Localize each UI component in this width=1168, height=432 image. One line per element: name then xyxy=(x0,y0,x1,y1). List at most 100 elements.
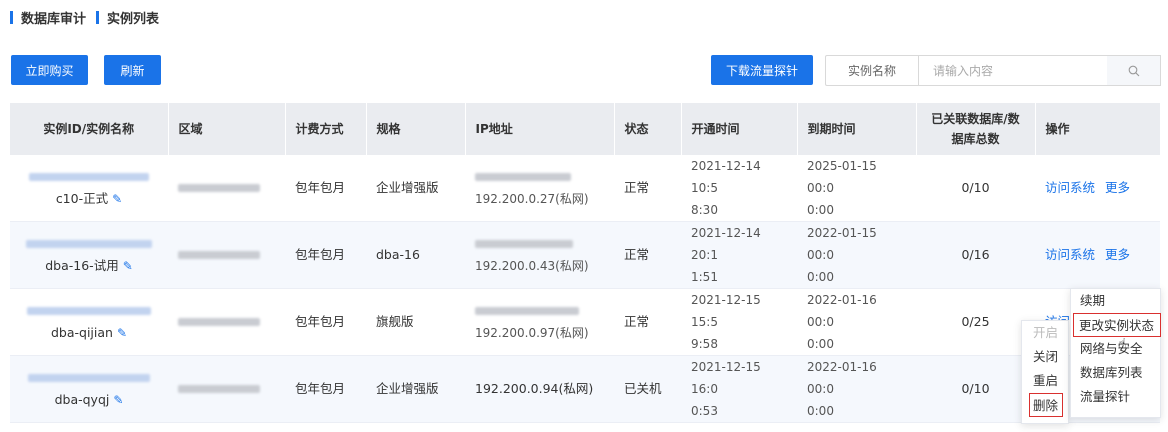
redacted-region xyxy=(178,318,260,326)
spec-cell: 企业增强版 xyxy=(366,155,465,222)
menu-item-traffic-probe[interactable]: 流量探针 xyxy=(1071,385,1160,409)
billing-cell: 包年包月 xyxy=(285,288,366,356)
spec-cell: 旗舰版 xyxy=(366,288,465,356)
search-input[interactable]: 请输入内容 xyxy=(918,55,1108,86)
edit-icon[interactable]: ✎ xyxy=(112,192,122,206)
more-link[interactable]: 更多 xyxy=(1105,180,1130,195)
instance-status-submenu: 开启 关闭 重启 删除 xyxy=(1021,320,1069,424)
edit-icon[interactable]: ✎ xyxy=(113,393,123,407)
open-time-line1: 2021-12-14 10:5 xyxy=(691,159,761,195)
open-time-line2: 9:58 xyxy=(691,337,718,351)
open-time-cell: 2021-12-14 20:1 1:51 xyxy=(681,221,797,289)
menu-item-stop[interactable]: 关闭 xyxy=(1022,345,1068,369)
private-ip: 192.200.0.43(私网) xyxy=(475,259,589,273)
spec-cell: 企业增强版 xyxy=(366,355,465,423)
visit-system-link[interactable]: 访问系统 xyxy=(1045,247,1095,262)
instance-name: dba-qyqj xyxy=(54,392,110,407)
breadcrumb-page: 实例列表 xyxy=(107,11,160,27)
search-field-select[interactable]: 实例名称 xyxy=(825,55,918,86)
table-row: dba-qyqj ✎ 包年包月 企业增强版 192.200.0.94(私网) 已关… xyxy=(10,355,1160,423)
expire-time-cell: 2022-01-16 00:0 0:00 xyxy=(797,288,916,356)
breadcrumb-section[interactable]: 数据库审计 xyxy=(21,8,86,27)
open-time-line1: 2021-12-14 20:1 xyxy=(691,226,761,262)
header-region[interactable]: 区域 xyxy=(168,103,286,155)
status-cell: 正常 xyxy=(614,288,681,356)
open-time-cell: 2021-12-15 15:5 9:58 xyxy=(681,288,797,356)
table-header-row: 实例ID/实例名称 区域 计费方式 规格 IP地址 状态 开通时间 到期时间 已… xyxy=(10,103,1161,155)
redacted-id[interactable] xyxy=(29,173,149,181)
status-cell: 正常 xyxy=(614,221,681,289)
instance-cell: c10-正式 ✎ xyxy=(10,155,168,222)
instance-cell: dba-16-试用 ✎ xyxy=(10,221,168,289)
redacted-id[interactable] xyxy=(27,307,151,315)
spec-cell: dba-16 xyxy=(366,221,465,289)
expire-time-line2: 0:00 xyxy=(807,270,834,284)
billing-cell: 包年包月 xyxy=(285,155,366,222)
expire-time-cell: 2022-01-16 00:0 0:00 xyxy=(797,355,916,423)
instance-name: dba-16-试用 xyxy=(45,258,119,273)
download-probe-button[interactable]: 下载流量探针 xyxy=(711,55,813,85)
billing-cell: 包年包月 xyxy=(285,221,366,289)
header-status[interactable]: 状态 xyxy=(614,103,682,155)
open-time-line1: 2021-12-15 15:5 xyxy=(691,293,761,329)
table-row: dba-qijian ✎ 包年包月 旗舰版 192.200.0.97(私网) 正常… xyxy=(10,288,1160,356)
redacted-id[interactable] xyxy=(26,240,152,248)
header-actions: 操作 xyxy=(1035,103,1161,155)
open-time-line2: 8:30 xyxy=(691,203,718,217)
table-row: c10-正式 ✎ 包年包月 企业增强版 192.200.0.27(私网) 正常 2… xyxy=(10,155,1160,222)
instance-table: 实例ID/实例名称 区域 计费方式 规格 IP地址 状态 开通时间 到期时间 已… xyxy=(10,103,1161,423)
db-ratio-cell: 0/10 xyxy=(916,155,1035,222)
expire-time-line2: 0:00 xyxy=(807,337,834,351)
db-ratio-cell: 0/16 xyxy=(916,221,1035,289)
region-cell xyxy=(168,288,285,356)
redacted-region xyxy=(178,184,260,192)
redacted-public-ip xyxy=(475,240,573,248)
redacted-id[interactable] xyxy=(28,374,150,382)
menu-item-renew[interactable]: 续期 xyxy=(1071,289,1160,313)
search-button[interactable] xyxy=(1107,55,1161,86)
menu-item-network-security[interactable]: 网络与安全 xyxy=(1071,337,1160,361)
db-ratio-cell: 0/10 xyxy=(916,355,1035,423)
expire-time-line1: 2025-01-15 00:0 xyxy=(807,159,877,195)
private-ip: 192.200.0.27(私网) xyxy=(475,192,589,206)
more-dropdown-menu: 续期 更改实例状态 网络与安全 数据库列表 流量探针 xyxy=(1070,288,1161,418)
visit-system-link[interactable]: 访问系统 xyxy=(1045,180,1095,195)
header-instance-id[interactable]: 实例ID/实例名称 xyxy=(10,103,169,155)
header-ip[interactable]: IP地址 xyxy=(465,103,615,155)
header-spec[interactable]: 规格 xyxy=(366,103,466,155)
refresh-button[interactable]: 刷新 xyxy=(104,55,161,85)
open-time-line2: 0:53 xyxy=(691,404,718,418)
menu-item-change-status[interactable]: 更改实例状态 xyxy=(1073,313,1161,337)
header-expire-time[interactable]: 到期时间 xyxy=(797,103,917,155)
open-time-line1: 2021-12-15 16:0 xyxy=(691,360,761,396)
ip-cell: 192.200.0.97(私网) xyxy=(465,288,614,356)
open-time-cell: 2021-12-15 16:0 0:53 xyxy=(681,355,797,423)
instance-cell: dba-qijian ✎ xyxy=(10,288,168,356)
header-db-ratio[interactable]: 已关联数据库/数据库总数 xyxy=(916,103,1036,155)
edit-icon[interactable]: ✎ xyxy=(123,259,133,273)
region-cell xyxy=(168,355,285,423)
expire-time-cell: 2022-01-15 00:0 0:00 xyxy=(797,221,916,289)
breadcrumb-bar xyxy=(10,10,13,24)
actions-cell: 访问系统更多 xyxy=(1035,221,1160,289)
menu-item-restart[interactable]: 重启 xyxy=(1022,369,1068,393)
ip-cell: 192.200.0.94(私网) xyxy=(465,355,614,423)
status-cell: 已关机 xyxy=(614,355,681,423)
expire-time-line1: 2022-01-16 00:0 xyxy=(807,293,877,329)
buy-now-button[interactable]: 立即购买 xyxy=(11,55,88,85)
redacted-public-ip xyxy=(475,173,571,181)
expire-time-cell: 2025-01-15 00:0 0:00 xyxy=(797,155,916,222)
header-billing[interactable]: 计费方式 xyxy=(285,103,367,155)
expire-time-line1: 2022-01-16 00:0 xyxy=(807,360,877,396)
hand-cursor-icon: ☝ xyxy=(1118,336,1127,352)
header-open-time[interactable]: 开通时间 xyxy=(681,103,798,155)
private-ip: 192.200.0.97(私网) xyxy=(475,326,589,340)
menu-item-delete[interactable]: 删除 xyxy=(1029,393,1063,417)
menu-item-database-list[interactable]: 数据库列表 xyxy=(1071,361,1160,385)
more-link[interactable]: 更多 xyxy=(1105,247,1130,262)
instance-cell: dba-qyqj ✎ xyxy=(10,355,168,423)
edit-icon[interactable]: ✎ xyxy=(117,326,127,340)
open-time-cell: 2021-12-14 10:5 8:30 xyxy=(681,155,797,222)
redacted-region xyxy=(178,385,260,393)
menu-item-start[interactable]: 开启 xyxy=(1022,321,1068,345)
